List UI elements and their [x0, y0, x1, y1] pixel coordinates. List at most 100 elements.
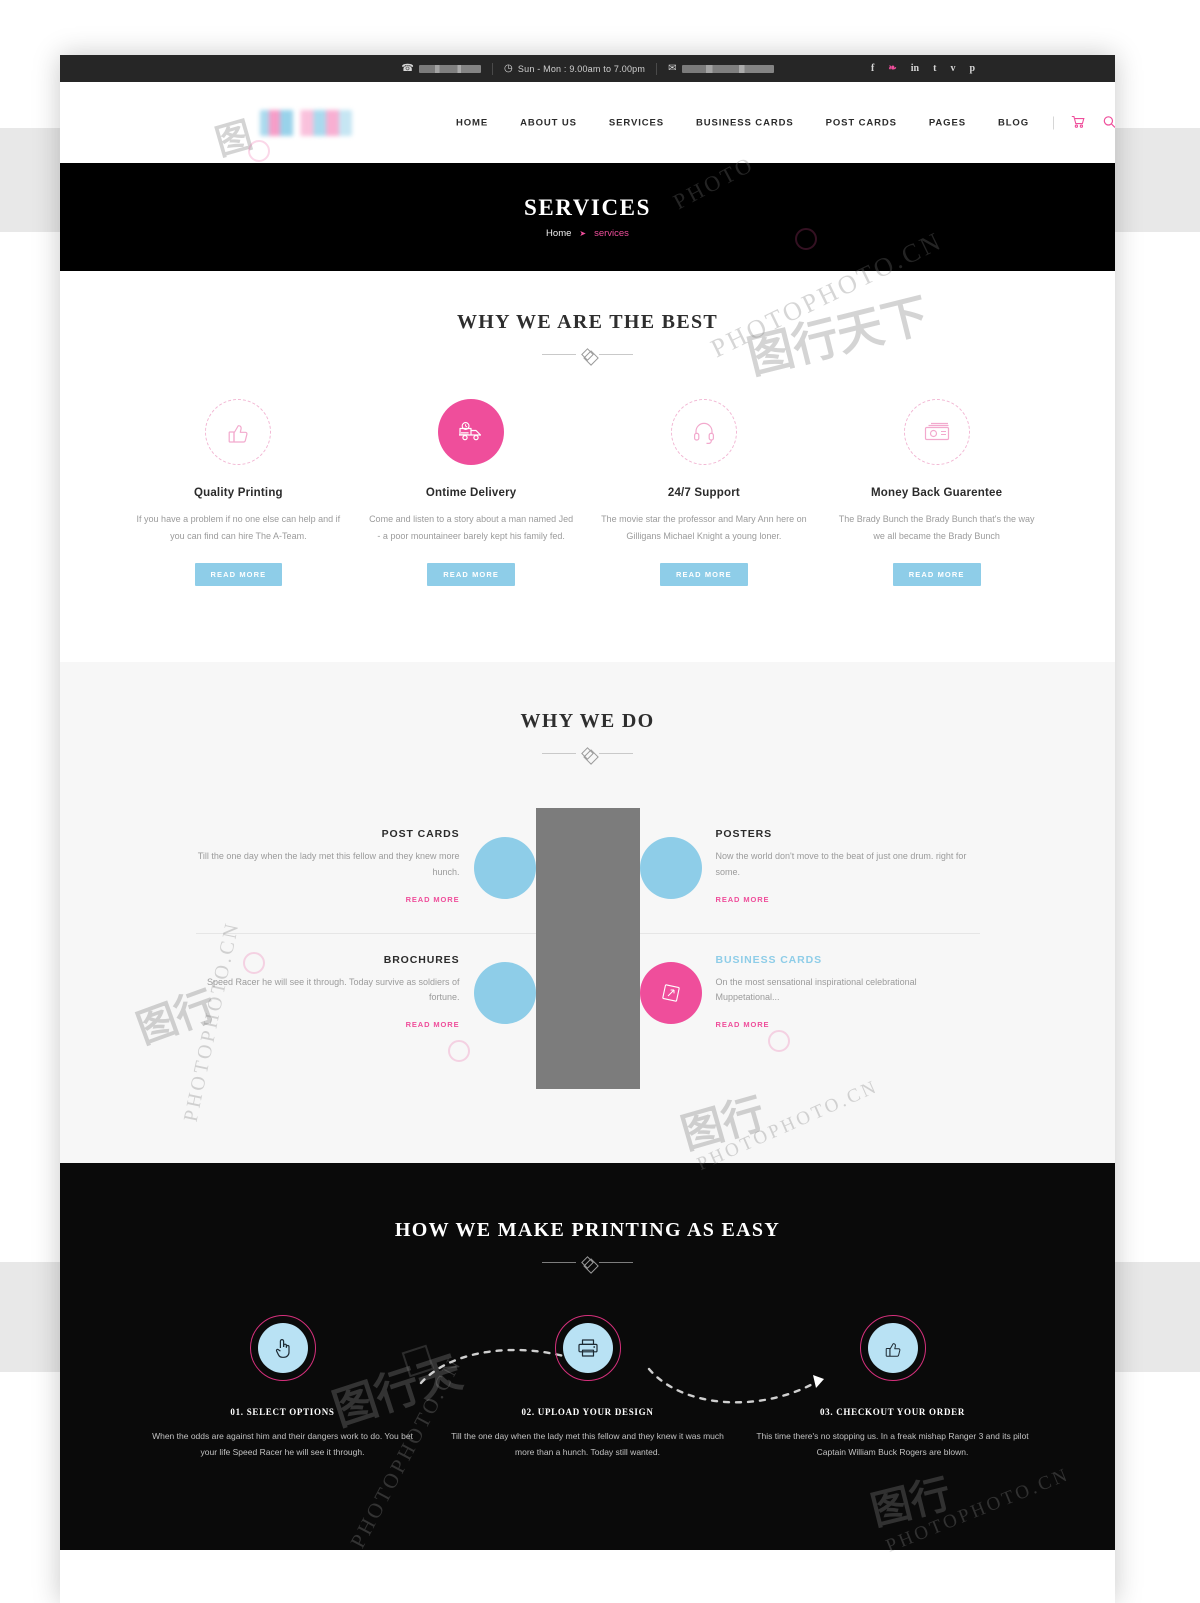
read-more-link[interactable]: READ MORE — [406, 1020, 460, 1029]
step-ring — [249, 1315, 316, 1382]
feature-title: Quality Printing — [193, 487, 283, 499]
step-title: 01. SELECT OPTIONS — [230, 1407, 335, 1418]
service-description: On the most sensational inspirational ce… — [715, 976, 917, 1003]
pinterest-icon[interactable]: p — [969, 63, 975, 74]
read-more-button[interactable]: READ MORE — [660, 563, 748, 587]
service-text-block: BROCHURES Speed Racer he will see it thr… — [196, 954, 460, 1033]
service-item-brochures: BROCHURES Speed Racer he will see it thr… — [196, 934, 536, 1059]
step-title: 02. UPLOAD YOUR DESIGN — [521, 1407, 654, 1418]
printing-showcase-image — [535, 808, 640, 1090]
heading-divider-ornament — [534, 347, 642, 361]
step-title: 03. CHECKOUT YOUR ORDER — [819, 1407, 966, 1418]
feature-cards-row: Quality Printing If you have a problem i… — [60, 399, 1115, 587]
divider-diamond-icon — [581, 1255, 594, 1269]
howeasy-heading-text: HOW WE MAKE PRINTING AS EASY — [394, 1219, 781, 1242]
services-grid: POST CARDS Till the one day when the lad… — [60, 808, 1115, 1090]
site-header: HOME ABOUT US SERVICES BUSINESS CARDS PO… — [60, 82, 1115, 163]
step-description: When the odds are against him and their … — [152, 1431, 413, 1457]
read-more-link[interactable]: READ MORE — [716, 895, 770, 904]
breadcrumb-home[interactable]: Home — [546, 228, 571, 239]
shopping-cart-icon[interactable] — [1062, 115, 1094, 130]
divider-diamond-icon — [581, 746, 594, 760]
twitter-icon[interactable]: ❧ — [888, 63, 896, 74]
read-more-link[interactable]: READ MORE — [406, 895, 460, 904]
site-logo[interactable] — [260, 109, 352, 136]
nav-item-post-cards[interactable]: POST CARDS — [810, 117, 913, 128]
page-banner: SERVICES Home ➤ services — [60, 163, 1115, 271]
divider-line-left — [542, 353, 576, 355]
email-redacted — [681, 64, 774, 73]
read-more-button[interactable]: READ MORE — [427, 563, 515, 587]
feature-text: Come and listen to a story about a man n… — [369, 514, 574, 541]
step-description: This time there's no stopping us. In a f… — [756, 1431, 1029, 1457]
feature-text: The movie star the professor and Mary An… — [601, 514, 807, 541]
nav-item-business-cards[interactable]: BUSINESS CARDS — [680, 117, 810, 128]
service-description: Till the one day when the lady met this … — [197, 851, 460, 877]
topbar-email[interactable]: ✉ — [657, 63, 785, 74]
divider-line-right — [599, 353, 633, 355]
service-title[interactable]: BUSINESS CARDS — [716, 954, 980, 966]
nav-item-pages[interactable]: PAGES — [913, 117, 982, 128]
feature-title: 24/7 Support — [667, 487, 740, 499]
linkedin-icon[interactable]: in — [911, 63, 919, 74]
search-icon[interactable] — [1094, 115, 1115, 130]
read-more-link[interactable]: READ MORE — [716, 1020, 770, 1029]
breadcrumb-arrow-icon: ➤ — [579, 229, 587, 238]
service-title[interactable]: POSTERS — [716, 828, 980, 840]
service-description: Speed Racer he will see it through. Toda… — [207, 976, 460, 1003]
divider-line-right — [599, 752, 633, 754]
vimeo-icon[interactable]: v — [950, 63, 955, 74]
step-select-options: 01. SELECT OPTIONS When the odds are aga… — [130, 1315, 435, 1460]
brochure-icon — [473, 962, 536, 1025]
service-text-block: POSTERS Now the world don't move to the … — [716, 828, 980, 907]
breadcrumb: Home ➤ services — [546, 228, 629, 239]
facebook-icon[interactable]: f — [871, 63, 874, 74]
section-why-we-do: WHY WE DO POST CARDS Till the one day wh… — [60, 662, 1115, 1164]
best-section-heading: WHY WE ARE THE BEST — [60, 311, 1115, 361]
whydo-heading-text: WHY WE DO — [520, 710, 655, 733]
pointer-hand-icon — [257, 1323, 308, 1374]
breadcrumb-current: services — [594, 228, 629, 239]
main-navigation: HOME ABOUT US SERVICES BUSINESS CARDS PO… — [440, 115, 1115, 130]
howeasy-section-heading: HOW WE MAKE PRINTING AS EASY — [60, 1219, 1115, 1269]
steps-row: 01. SELECT OPTIONS When the odds are aga… — [60, 1315, 1115, 1460]
website-page: ☎ ◷ Sun - Mon : 9.00am to 7.00pm ✉ f ❧ i… — [60, 55, 1115, 1603]
step-description: Till the one day when the lady met this … — [451, 1431, 724, 1457]
postcard-icon — [473, 836, 536, 899]
step-ring — [554, 1315, 621, 1382]
money-icon — [903, 399, 970, 465]
business-card-icon — [639, 962, 702, 1025]
nav-item-services[interactable]: SERVICES — [593, 117, 680, 128]
service-text-block: BUSINESS CARDS On the most sensational i… — [716, 954, 980, 1033]
screenshot-stage: 图 PHOTO ☎ ◷ Sun - Mon : 9.00am to 7.00pm… — [0, 0, 1200, 1603]
poster-icon — [639, 836, 702, 899]
heading-divider-ornament — [534, 1255, 642, 1269]
feature-title: Ontime Delivery — [425, 487, 517, 499]
nav-item-blog[interactable]: BLOG — [982, 117, 1045, 128]
read-more-button[interactable]: READ MORE — [194, 563, 283, 587]
best-heading-text: WHY WE ARE THE BEST — [456, 311, 719, 333]
clock-icon: ◷ — [503, 62, 513, 74]
center-image-wrap — [535, 808, 640, 1090]
service-title[interactable]: BROCHURES — [196, 954, 460, 966]
feature-card-quality-printing: Quality Printing If you have a problem i… — [122, 399, 355, 587]
services-column-left: POST CARDS Till the one day when the lad… — [195, 808, 536, 1059]
service-title[interactable]: POST CARDS — [196, 828, 460, 840]
read-more-button[interactable]: READ MORE — [892, 563, 981, 587]
topbar-contact-group: ☎ ◷ Sun - Mon : 9.00am to 7.00pm ✉ — [390, 62, 785, 75]
tumblr-icon[interactable]: t — [933, 63, 936, 74]
feature-title: Money Back Guarentee — [871, 487, 1003, 499]
feature-text: If you have a problem if no one else can… — [136, 514, 341, 541]
divider-line-left — [542, 1261, 576, 1263]
service-item-business-cards: BUSINESS CARDS On the most sensational i… — [639, 934, 980, 1059]
service-item-post-cards: POST CARDS Till the one day when the lad… — [195, 808, 536, 934]
nav-divider — [1053, 116, 1054, 129]
topbar-phone[interactable]: ☎ — [390, 63, 492, 74]
printer-icon — [562, 1323, 613, 1374]
nav-item-about-us[interactable]: ABOUT US — [504, 117, 593, 128]
service-item-posters: POSTERS Now the world don't move to the … — [639, 808, 980, 934]
page-title: SERVICES — [523, 195, 652, 220]
topbar-hours-text: Sun - Mon : 9.00am to 7.00pm — [517, 63, 646, 74]
nav-item-home[interactable]: HOME — [440, 117, 504, 128]
feature-text: The Brady Bunch the Brady Bunch that's t… — [838, 514, 1035, 541]
